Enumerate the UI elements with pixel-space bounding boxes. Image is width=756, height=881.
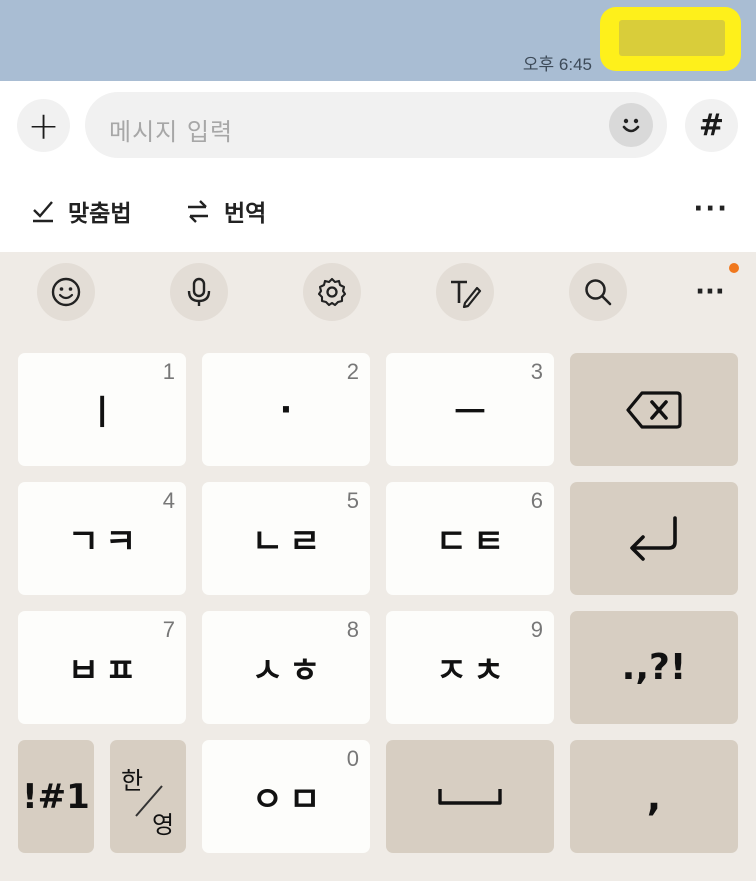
key-s-h[interactable]: 8 ㅅㅎ [202, 611, 370, 724]
key-label: ㅂㅍ [67, 651, 143, 691]
key-d-t[interactable]: 6 ㄷㅌ [386, 482, 554, 595]
redacted-message-text [619, 20, 725, 56]
comma-key[interactable]: , [570, 740, 738, 853]
key-label: , [646, 774, 662, 819]
swap-arrows-icon [184, 198, 212, 224]
hashtag-search-button[interactable]: # [685, 99, 738, 152]
spellcheck-button[interactable]: 맞춤법 [30, 194, 131, 228]
key-number: 4 [162, 488, 175, 513]
key-g-k[interactable]: 4 ㄱㅋ [18, 482, 186, 595]
key-number: 2 [346, 359, 359, 384]
voice-input-button[interactable] [170, 263, 228, 321]
emoticon-button[interactable] [609, 103, 653, 147]
language-switch-key[interactable]: 한 영 [110, 740, 186, 853]
enter-key[interactable] [570, 482, 738, 595]
key-label: ㄷㅌ [435, 522, 511, 562]
message-timestamp: 오후 6:45 [522, 55, 592, 74]
key-dot-vowel[interactable]: 2 · [202, 353, 370, 466]
smiley-icon [622, 118, 640, 133]
key-label: ㅡ [454, 393, 492, 433]
translate-button[interactable]: 번역 [184, 194, 266, 228]
checkmark-icon [30, 198, 56, 224]
message-input-bar: + 메시지 입력 # [0, 81, 756, 170]
key-label: ㅇㅁ [251, 780, 327, 820]
key-n-r[interactable]: 5 ㄴㄹ [202, 482, 370, 595]
key-o-m[interactable]: 0 ㅇㅁ [202, 740, 370, 853]
key-b-p[interactable]: 7 ㅂㅍ [18, 611, 186, 724]
enter-arrow-icon [630, 515, 677, 561]
keyboard-search-button[interactable] [569, 263, 627, 321]
spellcheck-label: 맞춤법 [68, 201, 132, 227]
key-number: 8 [346, 617, 359, 642]
keyboard-settings-button[interactable] [303, 263, 361, 321]
search-icon [585, 279, 612, 306]
key-number: 0 [346, 746, 359, 771]
backspace-key[interactable] [570, 353, 738, 466]
key-number: 3 [530, 359, 543, 384]
key-label: ㅈㅊ [435, 651, 511, 691]
space-bar-icon [438, 788, 502, 805]
emoji-icon [51, 277, 81, 307]
key-label: · [279, 389, 299, 430]
lang-english-label: 영 [152, 811, 175, 839]
text-pen-icon [451, 280, 482, 308]
handwriting-button[interactable] [436, 263, 494, 321]
message-input-placeholder: 메시지 입력 [109, 118, 234, 146]
key-label: ㅅㅎ [251, 651, 327, 691]
key-j-ch[interactable]: 9 ㅈㅊ [386, 611, 554, 724]
chat-area: 오후 6:45 [0, 0, 756, 81]
message-tools-bar: 맞춤법 번역 ··· [0, 170, 756, 252]
keyboard-toolbar: ··· [0, 252, 756, 332]
key-number: 1 [162, 359, 175, 384]
key-label: ㄴㄹ [251, 522, 327, 562]
keyboard-keys-area: 1 ㅣ 2 · 3 ㅡ 4 ㄱㅋ 5 ㄴㄹ 6 ㄷㅌ 7 ㅂㅍ 8 ㅅㅎ 9 ㅈ… [0, 332, 756, 881]
key-number: 6 [530, 488, 543, 513]
key-label: .,?! [621, 647, 687, 688]
more-options-button[interactable]: ··· [693, 194, 729, 224]
key-label: ㅣ [86, 393, 124, 433]
keyboard-emoji-button[interactable] [37, 263, 95, 321]
gear-icon [317, 277, 347, 307]
key-label: !#1 [22, 776, 90, 817]
space-key[interactable] [386, 740, 554, 853]
key-number: 9 [530, 617, 543, 642]
punctuation-key[interactable]: .,?! [570, 611, 738, 724]
message-input-field[interactable]: 메시지 입력 [85, 92, 667, 158]
backspace-icon [626, 390, 682, 429]
notification-dot [729, 263, 739, 273]
translate-label: 번역 [224, 201, 267, 227]
key-label: ㄱㅋ [67, 522, 143, 562]
key-number: 7 [162, 617, 175, 642]
key-i-vowel[interactable]: 1 ㅣ [18, 353, 186, 466]
microphone-icon [187, 277, 211, 306]
key-number: 5 [346, 488, 359, 513]
sent-message-bubble[interactable] [600, 7, 741, 71]
attach-plus-button[interactable]: + [17, 99, 70, 152]
symbols-key[interactable]: !#1 [18, 740, 94, 853]
key-eu-vowel[interactable]: 3 ㅡ [386, 353, 554, 466]
